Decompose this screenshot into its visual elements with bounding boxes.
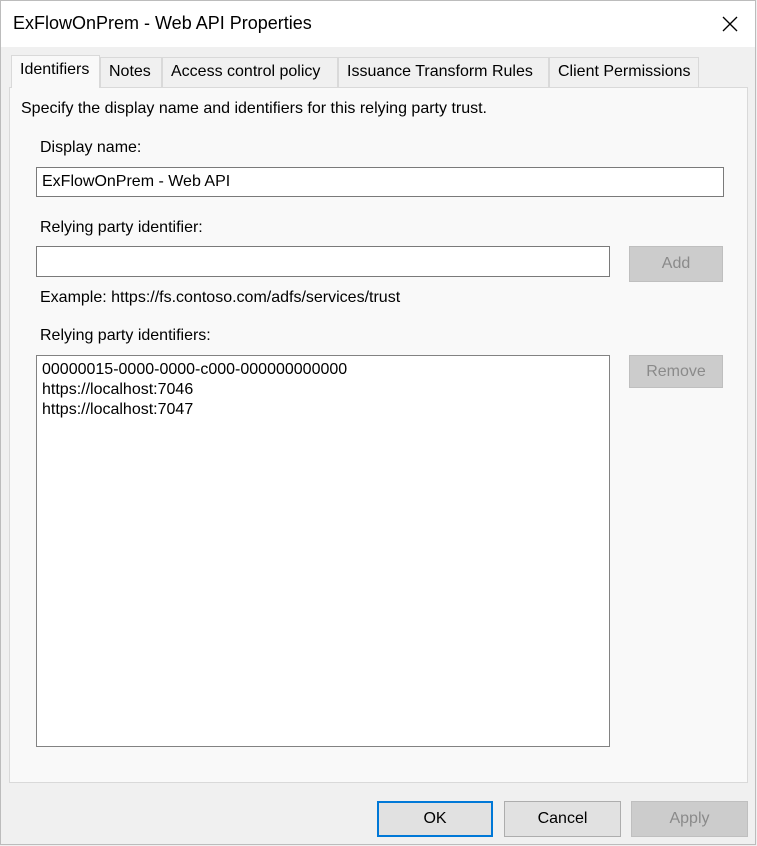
apply-button[interactable]: Apply: [631, 801, 748, 837]
display-name-field[interactable]: [36, 167, 724, 197]
add-button[interactable]: Add: [629, 246, 723, 282]
identifiers-panel: Specify the display name and identifiers…: [9, 87, 748, 783]
example-text: Example: https://fs.contoso.com/adfs/ser…: [40, 289, 401, 306]
tab-identifiers[interactable]: Identifiers: [11, 55, 100, 88]
tab-issuance-transform-rules[interactable]: Issuance Transform Rules: [338, 57, 549, 87]
rp-identifier-input[interactable]: [36, 246, 610, 277]
tab-client-permissions[interactable]: Client Permissions: [549, 57, 699, 87]
rp-identifier-label: Relying party identifier:: [40, 219, 203, 236]
list-item[interactable]: 00000015-0000-0000-c000-000000000000: [42, 360, 604, 380]
display-name-label: Display name:: [40, 139, 142, 156]
close-icon: [722, 16, 738, 32]
cancel-button[interactable]: Cancel: [504, 801, 621, 837]
remove-button[interactable]: Remove: [629, 355, 723, 388]
list-item[interactable]: https://localhost:7046: [42, 380, 604, 400]
rp-identifiers-label: Relying party identifiers:: [40, 327, 211, 344]
rp-identifiers-list[interactable]: 00000015-0000-0000-c000-000000000000 htt…: [36, 355, 610, 747]
window-title: ExFlowOnPrem - Web API Properties: [13, 13, 312, 33]
title-bar: ExFlowOnPrem - Web API Properties: [1, 1, 755, 47]
ok-button[interactable]: OK: [377, 801, 493, 837]
properties-dialog: ExFlowOnPrem - Web API Properties Identi…: [0, 0, 756, 845]
list-item[interactable]: https://localhost:7047: [42, 400, 604, 420]
tab-notes[interactable]: Notes: [100, 57, 162, 87]
panel-description: Specify the display name and identifiers…: [21, 100, 487, 117]
close-button[interactable]: [713, 7, 747, 41]
tab-access-control-policy[interactable]: Access control policy: [162, 57, 338, 87]
